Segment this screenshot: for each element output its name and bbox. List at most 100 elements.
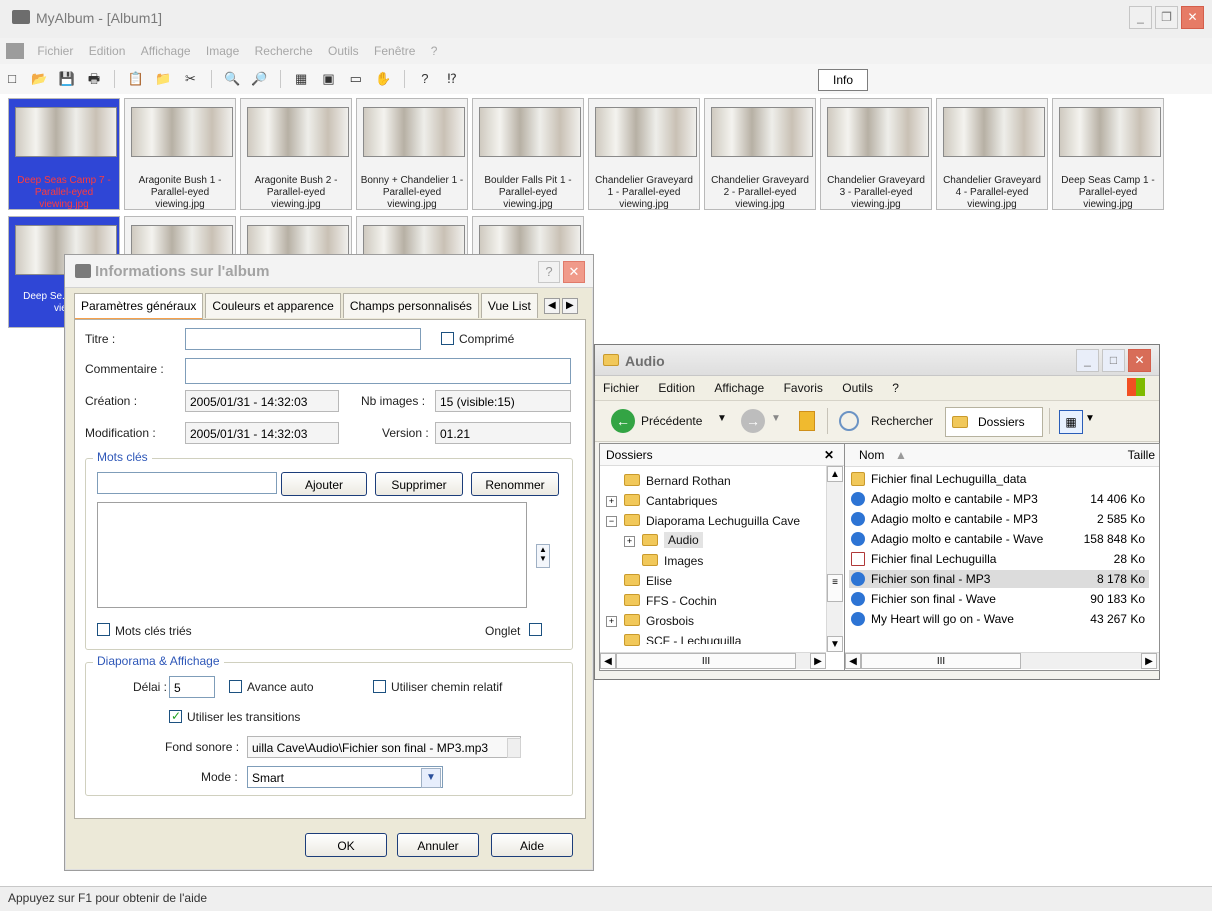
scroll-right-icon[interactable]: ▶ [1141, 653, 1157, 669]
thumbnail[interactable]: Chandelier Graveyard 1 - Parallel-eyed v… [588, 98, 700, 210]
keyword-input[interactable] [97, 472, 277, 494]
help-button[interactable]: ? [538, 261, 560, 283]
menu-image[interactable]: Image [200, 38, 245, 64]
maximize-button[interactable]: □ [1102, 349, 1125, 372]
back-arrow-icon[interactable]: ← [611, 409, 635, 433]
file-row[interactable]: Adagio molto e cantabile - MP3 2 585 Ko [849, 510, 1149, 528]
slideshow-icon[interactable]: ▭ [347, 70, 365, 88]
find-icon[interactable]: 🔍 [223, 70, 241, 88]
thumbnail[interactable]: Aragonite Bush 2 - Parallel-eyed viewing… [240, 98, 352, 210]
thumbnail[interactable]: Chandelier Graveyard 3 - Parallel-eyed v… [820, 98, 932, 210]
tree-item-bernard-rothan[interactable]: Bernard Rothan [646, 474, 731, 488]
tree-item-images[interactable]: Images [664, 554, 703, 568]
menu-edition[interactable]: Edition [83, 38, 132, 64]
scroll-up-icon[interactable]: ▲ [827, 466, 843, 482]
folders-button[interactable]: Dossiers [945, 407, 1043, 437]
scroll-thumb[interactable]: ≡ [827, 574, 843, 602]
close-button[interactable]: ✕ [563, 261, 585, 283]
thumbnail[interactable]: Deep Seas Camp 1 - Parallel-eyed viewing… [1052, 98, 1164, 210]
open-icon[interactable]: 📂 [30, 70, 48, 88]
folders-vertical-scrollbar[interactable]: ▲ ≡ ▼ [826, 466, 843, 652]
thumbnail[interactable]: Boulder Falls Pit 1 - Parallel-eyed view… [472, 98, 584, 210]
views-icon[interactable]: ▦ [1059, 410, 1083, 434]
thumbnail[interactable]: Deep Seas Camp 7 - Parallel-eyed viewing… [8, 98, 120, 210]
tree-item-elise[interactable]: Elise [646, 574, 672, 588]
tab-scroll-right-icon[interactable]: ▶ [561, 298, 578, 314]
file-row[interactable]: Adagio molto e cantabile - Wave 158 848 … [849, 530, 1149, 548]
search-label[interactable]: Rechercher [871, 414, 933, 428]
thumbnail[interactable]: Chandelier Graveyard 4 - Parallel-eyed v… [936, 98, 1048, 210]
menu-recherche[interactable]: Recherche [249, 38, 319, 64]
scroll-right-icon[interactable]: ▶ [810, 653, 826, 669]
annuler-button[interactable]: Annuler [397, 833, 479, 857]
fond-sonore-field[interactable]: uilla Cave\Audio\Fichier son final - MP3… [247, 736, 521, 758]
paste-icon[interactable]: 📋 [127, 70, 145, 88]
print-icon[interactable]: 🖶 [85, 70, 103, 88]
comprime-checkbox[interactable] [441, 332, 454, 345]
titre-input[interactable] [185, 328, 421, 350]
commentaire-input[interactable] [185, 358, 571, 384]
context-help-icon[interactable]: ⁉ [443, 70, 461, 88]
tab-general[interactable]: Paramètres généraux [74, 293, 204, 320]
tree-item-audio[interactable]: Audio [664, 532, 703, 548]
tree-item-diaporama[interactable]: Diaporama Lechuguilla Cave [646, 514, 800, 528]
minimize-button[interactable]: _ [1076, 349, 1099, 372]
files-horizontal-scrollbar[interactable]: ◀ III ▶ [845, 652, 1159, 669]
keywords-list[interactable] [97, 502, 527, 608]
tab-custom-fields[interactable]: Champs personnalisés [342, 293, 479, 318]
column-name[interactable]: Nom [859, 444, 884, 466]
scroll-left-icon[interactable]: ◀ [845, 653, 861, 669]
fond-sonore-scroll-icon[interactable] [507, 738, 521, 758]
close-button[interactable]: ✕ [1128, 349, 1151, 372]
file-row[interactable]: Adagio molto e cantabile - MP3 14 406 Ko [849, 490, 1149, 508]
thumbnail[interactable]: Bonny + Chandelier 1 - Parallel-eyed vie… [356, 98, 468, 210]
menu-fichier[interactable]: Fichier [595, 376, 647, 400]
mode-select[interactable]: Smart [247, 766, 443, 788]
transitions-checkbox[interactable] [169, 709, 182, 723]
close-pane-icon[interactable]: ✕ [824, 444, 834, 466]
find-next-icon[interactable]: 🔎 [250, 70, 268, 88]
folder-icon[interactable]: 📁 [154, 70, 172, 88]
menu-help[interactable]: ? [884, 376, 907, 400]
menu-outils[interactable]: Outils [834, 376, 881, 400]
scroll-down-icon[interactable]: ▼ [827, 636, 843, 652]
delai-input[interactable]: 5 [169, 676, 215, 698]
menu-edition[interactable]: Edition [650, 376, 703, 400]
tab-list-view[interactable]: Vue List [480, 293, 538, 318]
avance-auto-checkbox[interactable] [229, 680, 242, 693]
close-button[interactable]: ✕ [1181, 6, 1204, 29]
menu-fenetre[interactable]: Fenêtre [368, 38, 421, 64]
file-row[interactable]: Fichier son final - MP3 8 178 Ko [849, 570, 1149, 588]
file-row[interactable]: Fichier final Lechuguilla_data [849, 470, 1149, 488]
back-dropdown-icon[interactable]: ▼ [717, 413, 727, 424]
thumbnail[interactable]: Chandelier Graveyard 2 - Parallel-eyed v… [704, 98, 816, 210]
expand-icon[interactable]: + [606, 616, 617, 627]
restore-button[interactable]: ❐ [1155, 6, 1178, 29]
mots-cles-tries-checkbox[interactable] [97, 623, 110, 636]
ajouter-button[interactable]: Ajouter [281, 472, 367, 496]
grid-icon[interactable]: ▦ [292, 70, 310, 88]
tree-item-ffs-cochin[interactable]: FFS - Cochin [646, 594, 717, 608]
menu-affichage[interactable]: Affichage [135, 38, 197, 64]
menu-outils[interactable]: Outils [322, 38, 365, 64]
keyword-order-spinner[interactable]: ▲ ▼ [536, 544, 550, 568]
tab-scroll-left-icon[interactable]: ◀ [543, 298, 560, 314]
folders-horizontal-scrollbar[interactable]: ◀ III ▶ [600, 652, 826, 669]
tree-item-cantabriques[interactable]: Cantabriques [646, 494, 717, 508]
hand-icon[interactable]: ✋ [374, 70, 392, 88]
chemin-relatif-checkbox[interactable] [373, 680, 386, 693]
help-icon[interactable]: ? [416, 70, 434, 88]
file-row[interactable]: Fichier final Lechuguilla 28 Ko [849, 550, 1149, 568]
file-row[interactable]: My Heart will go on - Wave 43 267 Ko [849, 610, 1149, 628]
collapse-icon[interactable]: − [606, 516, 617, 527]
up-folder-icon[interactable] [799, 411, 815, 431]
file-row[interactable]: Fichier son final - Wave 90 183 Ko [849, 590, 1149, 608]
new-icon[interactable]: □ [3, 70, 21, 88]
tab-colors[interactable]: Couleurs et apparence [205, 293, 341, 318]
tree-item-scf-lechuguilla[interactable]: SCF - Lechuguilla [646, 634, 741, 644]
menu-affichage[interactable]: Affichage [706, 376, 772, 400]
save-icon[interactable]: 💾 [58, 70, 76, 88]
search-icon[interactable] [839, 411, 859, 431]
forward-arrow-icon[interactable]: → [741, 409, 765, 433]
renommer-button[interactable]: Renommer [471, 472, 559, 496]
